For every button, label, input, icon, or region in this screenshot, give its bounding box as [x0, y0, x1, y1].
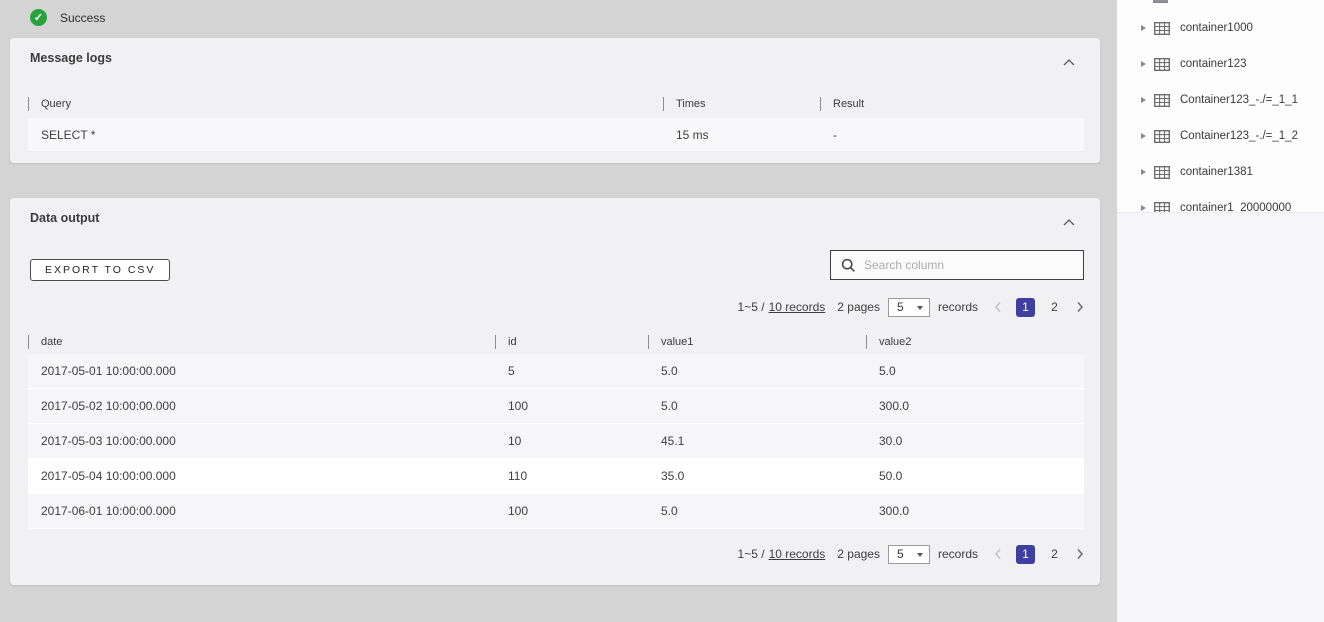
chevron-right-icon — [1076, 301, 1084, 313]
table-icon — [1154, 58, 1170, 71]
status-row: ✓ Success — [30, 9, 105, 26]
expand-arrow-icon[interactable] — [1141, 97, 1146, 103]
success-check-icon: ✓ — [30, 9, 47, 26]
prev-page-button[interactable] — [994, 301, 1002, 313]
record-range-label: 1~5 / — [738, 300, 765, 314]
chevron-left-icon — [994, 548, 1002, 560]
data-output-panel: Data output EXPORT TO CSV 1~5 / 10 recor… — [10, 198, 1100, 585]
expand-arrow-icon[interactable] — [1141, 169, 1146, 175]
pages-count-label: 2 pages — [837, 547, 880, 561]
result-cell: - — [833, 128, 837, 142]
query-cell: SELECT * — [41, 128, 95, 142]
message-logs-header: Query Times Result — [28, 92, 1084, 116]
table-icon — [1154, 166, 1170, 179]
collapse-message-logs-button[interactable] — [1062, 54, 1078, 68]
page-size-select[interactable]: 5 — [888, 545, 930, 564]
status-label: Success — [60, 11, 105, 25]
table-icon — [1154, 22, 1170, 35]
next-page-button[interactable] — [1076, 548, 1084, 560]
tree-item-container123-1-2[interactable]: Container123_-./=_1_2 — [1117, 118, 1324, 154]
table-row[interactable]: 2017-05-03 10:00:00.000 10 45.1 30.0 — [28, 424, 1084, 459]
times-cell: 15 ms — [676, 128, 709, 142]
page-2-button[interactable]: 2 — [1045, 545, 1064, 564]
partial-table-icon — [1153, 0, 1168, 3]
tree-item-container1-20000000[interactable]: container1_20000000 — [1117, 190, 1324, 213]
data-table-body: 2017-05-01 10:00:00.000 5 5.0 5.0 2017-0… — [28, 354, 1084, 529]
record-range-label: 1~5 / — [738, 547, 765, 561]
table-row[interactable]: 2017-05-04 10:00:00.000 110 35.0 50.0 — [28, 459, 1084, 494]
page-size-select[interactable]: 5 — [888, 298, 930, 317]
chevron-up-icon — [1062, 58, 1076, 67]
column-separator — [820, 97, 821, 111]
dropdown-arrow-icon — [917, 553, 923, 557]
column-header-value2: value2 — [866, 330, 1084, 354]
container-tree-sidebar: container1000 container123 Container123_… — [1117, 0, 1324, 622]
chevron-right-icon — [1076, 548, 1084, 560]
table-row[interactable]: 2017-05-01 10:00:00.000 5 5.0 5.0 — [28, 354, 1084, 389]
tree-item-container123-1-1[interactable]: Container123_-./=_1_1 — [1117, 82, 1324, 118]
message-logs-panel: Message logs Query Times Result SELECT *… — [10, 38, 1100, 163]
container-tree-list: container1000 container123 Container123_… — [1117, 0, 1324, 213]
chevron-left-icon — [994, 301, 1002, 313]
expand-arrow-icon[interactable] — [1141, 25, 1146, 31]
records-label: records — [938, 300, 978, 314]
column-header-result: Result — [820, 92, 1084, 116]
pages-count-label: 2 pages — [837, 300, 880, 314]
pagination-top: 1~5 / 10 records 2 pages 5 records 1 2 — [738, 297, 1084, 317]
column-header-query: Query — [28, 92, 663, 116]
prev-page-button[interactable] — [994, 548, 1002, 560]
column-header-date: date — [28, 330, 495, 354]
total-records-link[interactable]: 10 records — [769, 547, 826, 561]
column-separator — [28, 97, 29, 111]
expand-arrow-icon[interactable] — [1141, 61, 1146, 67]
records-label: records — [938, 547, 978, 561]
data-table-header: date id value1 value2 — [28, 330, 1084, 354]
message-logs-title: Message logs — [30, 51, 112, 65]
search-column-input[interactable] — [864, 258, 1064, 272]
collapse-data-output-button[interactable] — [1062, 214, 1078, 228]
page-2-button[interactable]: 2 — [1045, 298, 1064, 317]
column-header-value1: value1 — [648, 330, 866, 354]
tree-item-container123[interactable]: container123 — [1117, 46, 1324, 82]
column-separator — [28, 335, 29, 349]
table-icon — [1154, 130, 1170, 143]
table-icon — [1154, 94, 1170, 107]
column-separator — [495, 335, 496, 349]
export-to-csv-button[interactable]: EXPORT TO CSV — [30, 259, 170, 281]
page-1-button[interactable]: 1 — [1016, 298, 1035, 317]
column-header-id: id — [495, 330, 648, 354]
pagination-bottom: 1~5 / 10 records 2 pages 5 records 1 2 — [738, 544, 1084, 564]
column-separator — [648, 335, 649, 349]
dropdown-arrow-icon — [917, 306, 923, 310]
message-log-row: SELECT * 15 ms - — [28, 118, 1084, 151]
search-icon — [841, 258, 856, 273]
column-separator — [663, 97, 664, 111]
tree-item-container1000[interactable]: container1000 — [1117, 10, 1324, 46]
expand-arrow-icon[interactable] — [1141, 205, 1146, 211]
tree-item-container1381[interactable]: container1381 — [1117, 154, 1324, 190]
table-icon — [1154, 202, 1170, 214]
column-separator — [866, 335, 867, 349]
chevron-up-icon — [1062, 218, 1076, 227]
page-1-button[interactable]: 1 — [1016, 545, 1035, 564]
column-header-times: Times — [663, 92, 820, 116]
search-column-box — [830, 250, 1084, 280]
table-row[interactable]: 2017-05-02 10:00:00.000 100 5.0 300.0 — [28, 389, 1084, 424]
expand-arrow-icon[interactable] — [1141, 133, 1146, 139]
table-row[interactable]: 2017-06-01 10:00:00.000 100 5.0 300.0 — [28, 494, 1084, 529]
data-output-title: Data output — [30, 211, 99, 225]
total-records-link[interactable]: 10 records — [769, 300, 826, 314]
next-page-button[interactable] — [1076, 301, 1084, 313]
